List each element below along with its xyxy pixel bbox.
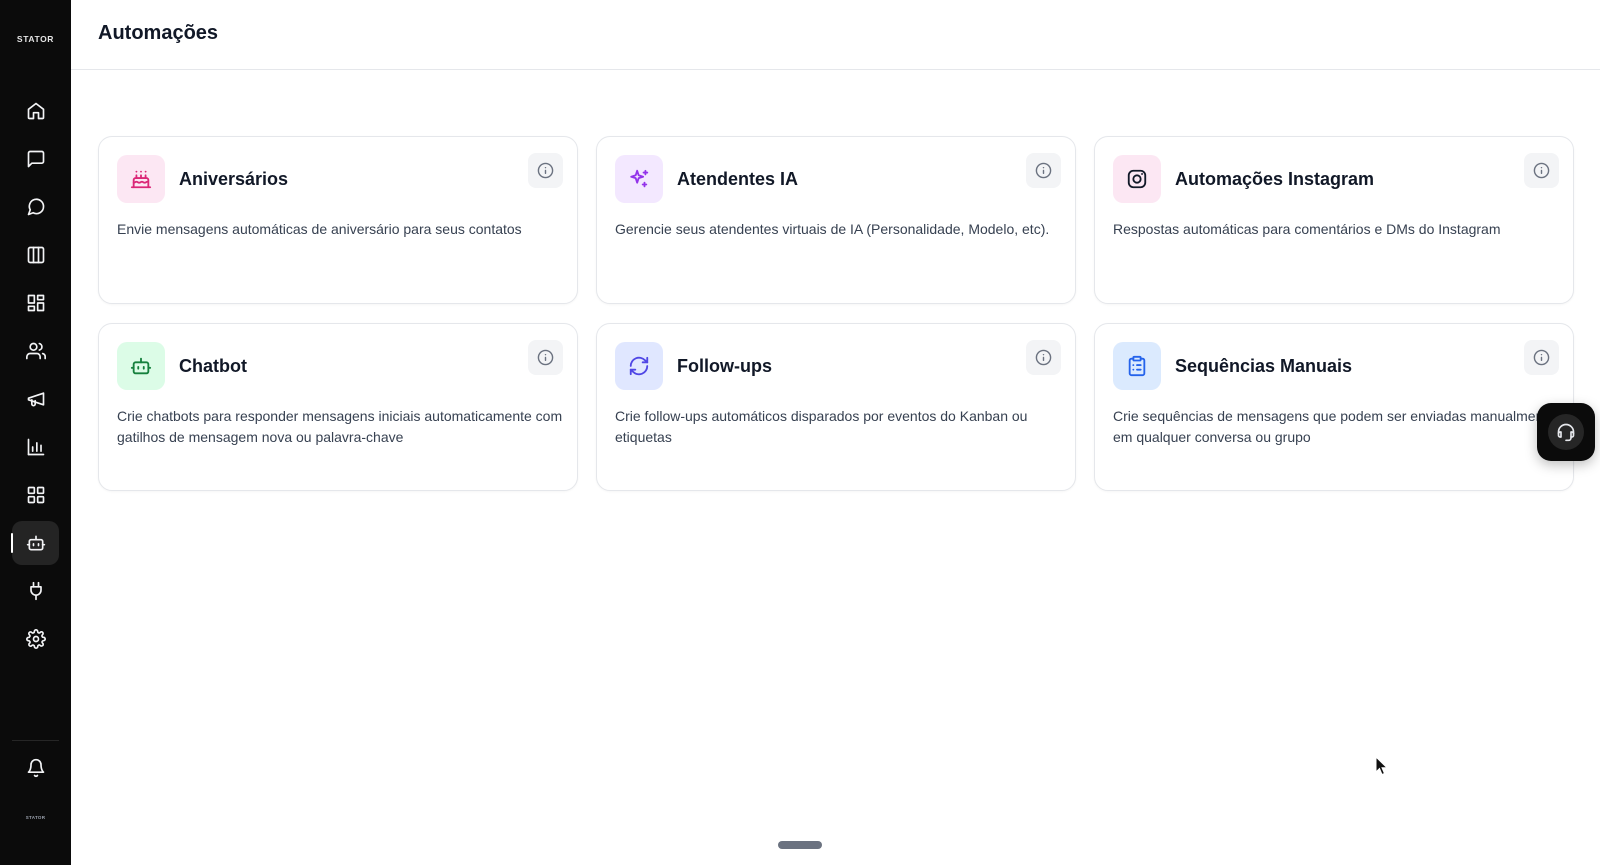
info-icon xyxy=(1035,349,1052,366)
card-title: Follow-ups xyxy=(677,356,772,376)
card-icon-container xyxy=(615,155,663,203)
card-icon-container xyxy=(1113,155,1161,203)
card-icon-container xyxy=(1113,342,1161,390)
message-circle-icon xyxy=(27,198,44,216)
sidebar-item-apps[interactable] xyxy=(12,473,59,517)
active-indicator xyxy=(11,533,13,553)
mouse-cursor-icon xyxy=(1375,756,1389,776)
info-button[interactable] xyxy=(528,340,563,375)
grid-icon xyxy=(27,486,44,504)
sidebar: STATOR STATOR xyxy=(0,0,71,865)
sparkles-icon xyxy=(630,169,649,188)
card-follow-ups[interactable]: Follow-ups Crie follow-ups automáticos d… xyxy=(596,323,1076,491)
sidebar-item-reports[interactable] xyxy=(12,425,59,469)
sidebar-item-home[interactable] xyxy=(12,89,59,133)
card-icon-container xyxy=(117,155,165,203)
info-button[interactable] xyxy=(1026,340,1061,375)
info-icon xyxy=(1533,162,1550,179)
card-description: Envie mensagens automáticas de aniversár… xyxy=(117,221,522,237)
user-avatar-logo[interactable]: STATOR xyxy=(0,815,71,820)
sidebar-item-campaigns[interactable] xyxy=(12,377,59,421)
info-icon xyxy=(537,349,554,366)
support-icon-container xyxy=(1548,414,1584,450)
card-description: Respostas automáticas para comentários e… xyxy=(1113,221,1501,237)
sidebar-divider xyxy=(12,740,59,741)
instagram-icon xyxy=(1127,169,1147,189)
info-icon xyxy=(537,162,554,179)
card-icon-container xyxy=(117,342,165,390)
sidebar-item-messages[interactable] xyxy=(12,137,59,181)
card-chatbot[interactable]: Chatbot Crie chatbots para responder men… xyxy=(98,323,578,491)
bot-icon xyxy=(130,357,152,375)
info-icon xyxy=(1533,349,1550,366)
page-title: Automações xyxy=(98,22,219,44)
card-description: Crie sequências de mensagens que podem s… xyxy=(1113,408,1556,445)
refresh-icon xyxy=(629,356,649,376)
notifications-button[interactable] xyxy=(12,746,59,790)
sidebar-item-kanban[interactable] xyxy=(12,233,59,277)
support-button[interactable] xyxy=(1537,403,1595,461)
info-button[interactable] xyxy=(528,153,563,188)
app-logo[interactable]: STATOR xyxy=(0,34,71,44)
bar-chart-icon xyxy=(27,438,44,456)
card-atendentes-ia[interactable]: Atendentes IA Gerencie seus atendentes v… xyxy=(596,136,1076,304)
sidebar-item-dashboard[interactable] xyxy=(12,281,59,325)
card-description: Gerencie seus atendentes virtuais de IA … xyxy=(615,221,1050,237)
gear-icon xyxy=(25,629,46,649)
card-automacoes-instagram[interactable]: Automações Instagram Respostas automátic… xyxy=(1094,136,1574,304)
layout-dashboard-icon xyxy=(27,294,44,312)
sidebar-item-settings[interactable] xyxy=(12,617,59,661)
card-aniversarios[interactable]: Aniversários Envie mensagens automáticas… xyxy=(98,136,578,304)
card-title: Chatbot xyxy=(179,356,247,376)
columns-icon xyxy=(27,246,44,264)
headset-icon xyxy=(1557,423,1575,442)
bot-icon xyxy=(26,535,45,551)
clipboard-list-icon xyxy=(1128,355,1146,377)
drag-handle[interactable] xyxy=(778,841,822,849)
plug-icon xyxy=(29,581,42,601)
info-icon xyxy=(1035,162,1052,179)
info-button[interactable] xyxy=(1524,153,1559,188)
megaphone-icon xyxy=(27,392,44,407)
users-icon xyxy=(25,342,46,360)
info-button[interactable] xyxy=(1524,340,1559,375)
bell-icon xyxy=(27,758,44,778)
home-icon xyxy=(27,102,44,120)
sidebar-item-contacts[interactable] xyxy=(12,329,59,373)
sidebar-item-automations[interactable] xyxy=(11,521,59,565)
top-bar: Automações xyxy=(71,0,1600,70)
card-icon-container xyxy=(615,342,663,390)
card-title: Aniversários xyxy=(179,169,289,189)
card-description: Crie chatbots para responder mensagens i… xyxy=(117,408,563,445)
card-description: Crie follow-ups automáticos disparados p… xyxy=(615,408,1028,445)
sidebar-item-integrations[interactable] xyxy=(12,569,59,613)
message-square-icon xyxy=(27,150,44,168)
card-title: Sequências Manuais xyxy=(1175,356,1353,376)
sidebar-item-chat[interactable] xyxy=(12,185,59,229)
info-button[interactable] xyxy=(1026,153,1061,188)
card-title: Automações Instagram xyxy=(1175,169,1375,189)
card-sequencias-manuais[interactable]: Sequências Manuais Crie sequências de me… xyxy=(1094,323,1574,491)
card-title: Atendentes IA xyxy=(677,169,799,189)
cake-icon xyxy=(130,170,152,189)
